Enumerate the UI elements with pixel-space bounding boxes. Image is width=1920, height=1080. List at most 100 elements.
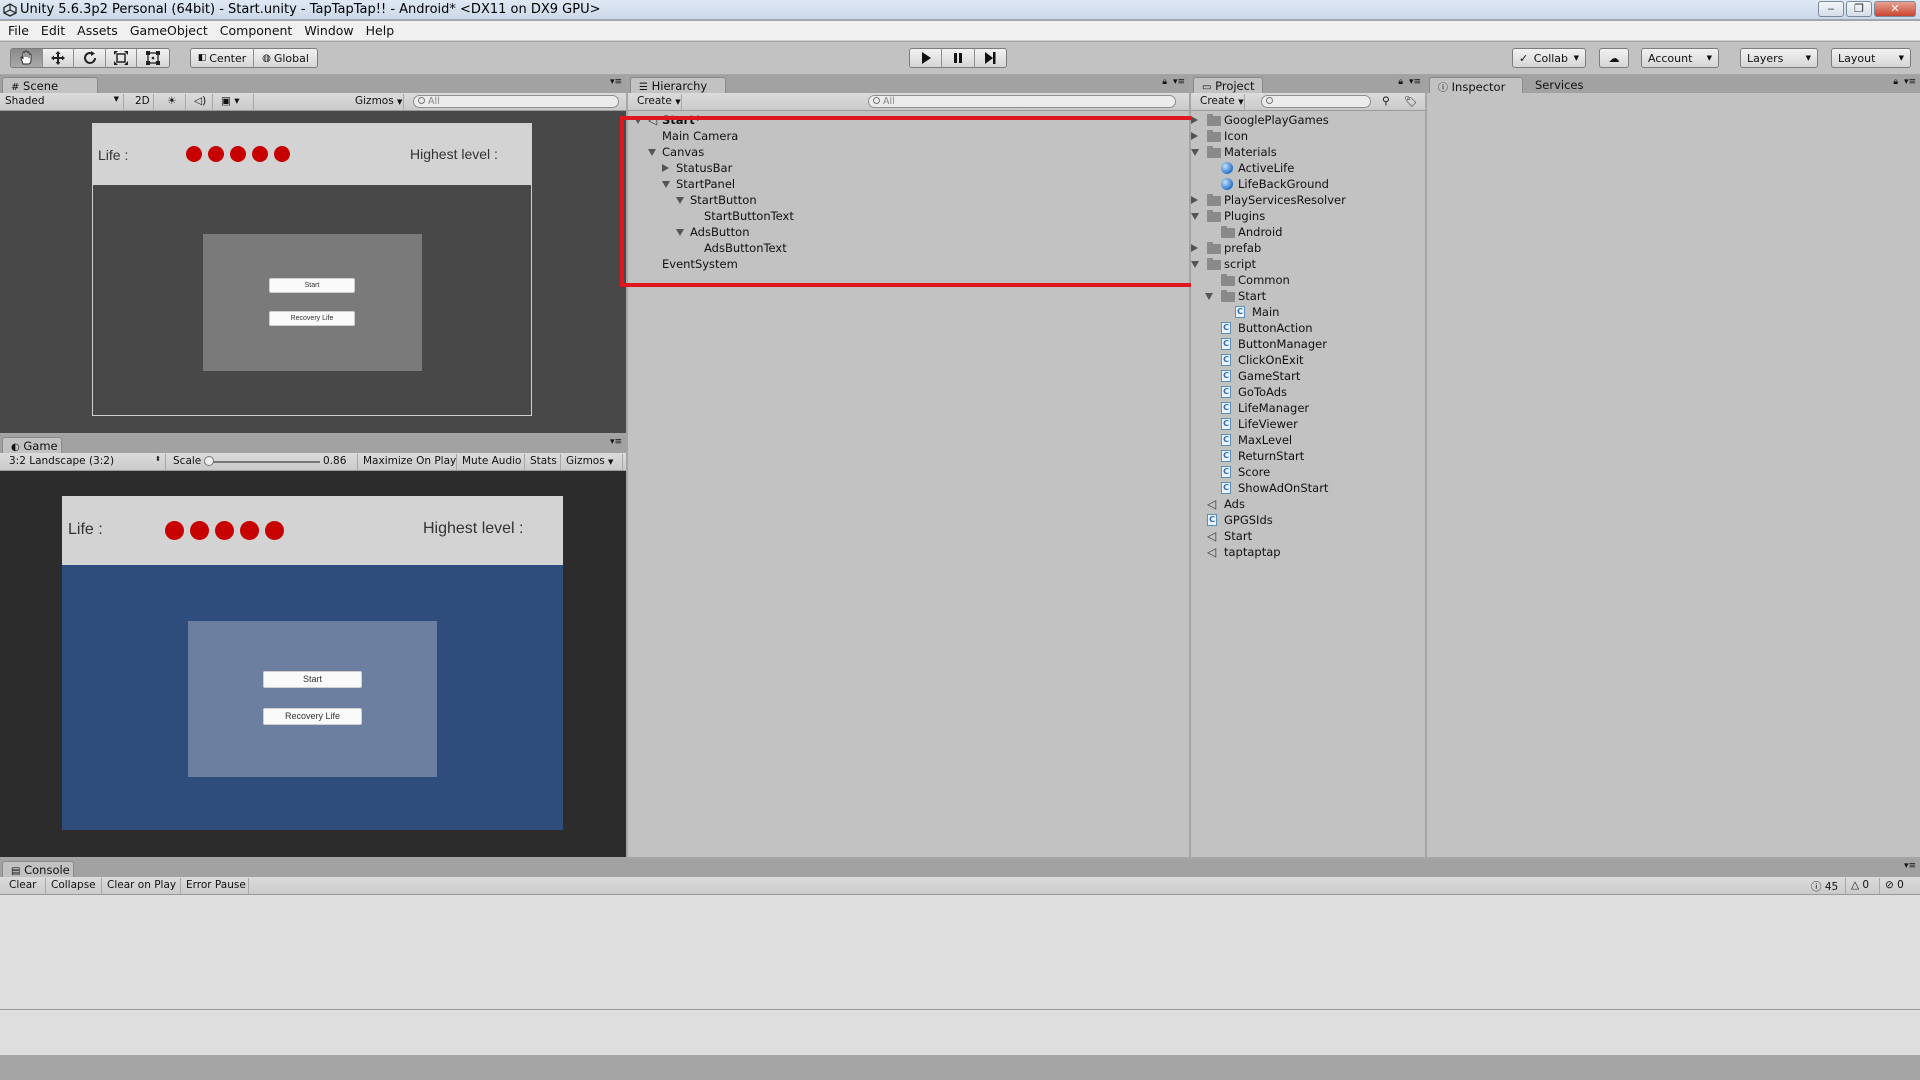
account-dropdown[interactable]: Account ▼: [1641, 48, 1719, 68]
project-item[interactable]: ◁ Ads: [1191, 496, 1421, 512]
tab-console[interactable]: ▤ Console: [2, 861, 74, 877]
project-item[interactable]: C GameStart: [1191, 368, 1421, 384]
expanded-arrow-icon[interactable]: [1191, 213, 1199, 220]
tab-scene[interactable]: # Scene: [2, 77, 98, 93]
project-item[interactable]: ◁ taptaptap: [1191, 544, 1421, 560]
collapsed-arrow-icon[interactable]: [1191, 116, 1198, 124]
console-clear-button[interactable]: Clear: [4, 878, 46, 894]
collapsed-arrow-icon[interactable]: [1191, 196, 1198, 204]
scale-tool-icon[interactable]: [106, 49, 138, 67]
filter-type-icon[interactable]: ⚲: [1377, 94, 1399, 110]
console-warning-toggle[interactable]: △ 0: [1846, 878, 1880, 894]
console-error-pause-button[interactable]: Error Pause: [181, 878, 249, 894]
project-item[interactable]: Materials: [1191, 144, 1421, 160]
hierarchy-search-input[interactable]: All: [868, 95, 1176, 108]
project-item[interactable]: C ButtonAction: [1191, 320, 1421, 336]
panel-menu-icon[interactable]: ▾≡: [1904, 77, 1916, 87]
panel-menu-icon[interactable]: ▾≡: [610, 437, 622, 447]
tab-inspector[interactable]: ⓘ Inspector: [1429, 77, 1523, 94]
layout-dropdown[interactable]: Layout ▼: [1831, 48, 1911, 68]
project-item[interactable]: C LifeManager: [1191, 400, 1421, 416]
scene-recovery-button[interactable]: Recovery Life: [269, 311, 355, 326]
panel-menu-icon[interactable]: ▾≡: [610, 77, 622, 87]
filter-label-icon[interactable]: 🏷︎: [1399, 94, 1421, 110]
rotate-tool-icon[interactable]: [74, 49, 106, 67]
project-item[interactable]: PlayServicesResolver: [1191, 192, 1421, 208]
play-button[interactable]: [910, 49, 943, 67]
menu-gameobject[interactable]: GameObject: [122, 21, 212, 38]
project-item[interactable]: Common: [1191, 272, 1421, 288]
project-item[interactable]: Start: [1191, 288, 1421, 304]
project-item[interactable]: C GPGSIds: [1191, 512, 1421, 528]
panel-menu-icon[interactable]: ▾≡: [1409, 77, 1421, 87]
console-collapse-button[interactable]: Collapse: [46, 878, 102, 894]
console-error-toggle[interactable]: ⊘ 0: [1880, 878, 1916, 894]
maximize-on-play-toggle[interactable]: Maximize On Play: [358, 454, 457, 470]
stats-toggle[interactable]: Stats: [525, 454, 561, 470]
audio-toggle-icon[interactable]: ◁): [189, 94, 213, 110]
game-gizmos-dropdown[interactable]: Gizmos ▼: [561, 454, 623, 470]
pause-button[interactable]: [942, 49, 975, 67]
project-item[interactable]: Icon: [1191, 128, 1421, 144]
collapsed-arrow-icon[interactable]: [1191, 244, 1198, 252]
project-create-dropdown[interactable]: Create ▼: [1195, 94, 1245, 110]
menu-file[interactable]: File: [0, 21, 33, 38]
tab-hierarchy[interactable]: ☰ Hierarchy: [630, 77, 726, 93]
console-clear-on-play-button[interactable]: Clear on Play: [102, 878, 181, 894]
tab-project[interactable]: ▭ Project: [1193, 77, 1263, 93]
mute-audio-toggle[interactable]: Mute Audio: [457, 454, 525, 470]
project-item[interactable]: ◁ Start: [1191, 528, 1421, 544]
expanded-arrow-icon[interactable]: [1205, 293, 1213, 300]
expanded-arrow-icon[interactable]: [1191, 261, 1199, 268]
effects-dropdown-icon[interactable]: ▣ ▾: [216, 94, 254, 110]
panel-menu-icon[interactable]: ▾≡: [1173, 77, 1185, 87]
lock-icon[interactable]: 🔒︎: [1893, 77, 1898, 87]
menu-edit[interactable]: Edit: [33, 21, 69, 38]
step-button[interactable]: [975, 49, 1006, 67]
project-item[interactable]: LifeBackGround: [1191, 176, 1421, 192]
project-item[interactable]: ActiveLife: [1191, 160, 1421, 176]
expanded-arrow-icon[interactable]: [1191, 149, 1199, 156]
collapsed-arrow-icon[interactable]: [1191, 132, 1198, 140]
console-log-toggle[interactable]: ⓘ 45: [1806, 878, 1846, 894]
lighting-toggle-icon[interactable]: ☀: [162, 94, 186, 110]
project-search-input[interactable]: [1261, 95, 1371, 108]
project-item[interactable]: C ReturnStart: [1191, 448, 1421, 464]
project-item[interactable]: C Main: [1191, 304, 1421, 320]
scale-slider-thumb[interactable]: [204, 456, 214, 466]
project-item[interactable]: C ShowAdOnStart: [1191, 480, 1421, 496]
project-item[interactable]: Plugins: [1191, 208, 1421, 224]
gizmos-dropdown[interactable]: Gizmos ▼: [350, 94, 404, 110]
project-item[interactable]: C GoToAds: [1191, 384, 1421, 400]
cloud-button[interactable]: ☁: [1599, 48, 1629, 68]
aspect-dropdown[interactable]: 3:2 Landscape (3:2) ⬍: [4, 454, 166, 470]
space-global-button[interactable]: ◍ Global: [254, 49, 317, 67]
project-item[interactable]: C MaxLevel: [1191, 432, 1421, 448]
mode-2d-toggle[interactable]: 2D: [130, 94, 154, 110]
scale-slider-track[interactable]: [208, 461, 320, 463]
menu-window[interactable]: Window: [296, 21, 357, 38]
maximize-button[interactable]: ❐: [1846, 1, 1872, 17]
pivot-center-button[interactable]: ◧ Center: [191, 49, 255, 67]
lock-icon[interactable]: 🔒︎: [1162, 77, 1167, 87]
hierarchy-create-dropdown[interactable]: Create ▼: [632, 94, 682, 110]
project-item[interactable]: Android: [1191, 224, 1421, 240]
panel-menu-icon[interactable]: ▾≡: [1904, 861, 1916, 871]
lock-icon[interactable]: 🔒︎: [1398, 77, 1403, 87]
hand-tool-icon[interactable]: [11, 49, 43, 67]
menu-assets[interactable]: Assets: [69, 21, 122, 38]
collab-dropdown[interactable]: ✓ Collab ▼: [1512, 48, 1586, 68]
game-recovery-button[interactable]: Recovery Life: [263, 708, 362, 725]
project-item[interactable]: script: [1191, 256, 1421, 272]
tab-game[interactable]: ◐ Game: [2, 437, 62, 453]
menu-component[interactable]: Component: [212, 21, 297, 38]
game-start-button[interactable]: Start: [263, 671, 362, 688]
scene-search-input[interactable]: All: [413, 95, 619, 108]
rect-tool-icon[interactable]: [137, 49, 169, 67]
project-item[interactable]: C LifeViewer: [1191, 416, 1421, 432]
shading-dropdown[interactable]: Shaded ▼: [0, 94, 124, 110]
minimize-button[interactable]: ‒: [1818, 1, 1844, 17]
layers-dropdown[interactable]: Layers ▼: [1740, 48, 1818, 68]
project-item[interactable]: C Score: [1191, 464, 1421, 480]
project-item[interactable]: GooglePlayGames: [1191, 112, 1421, 128]
